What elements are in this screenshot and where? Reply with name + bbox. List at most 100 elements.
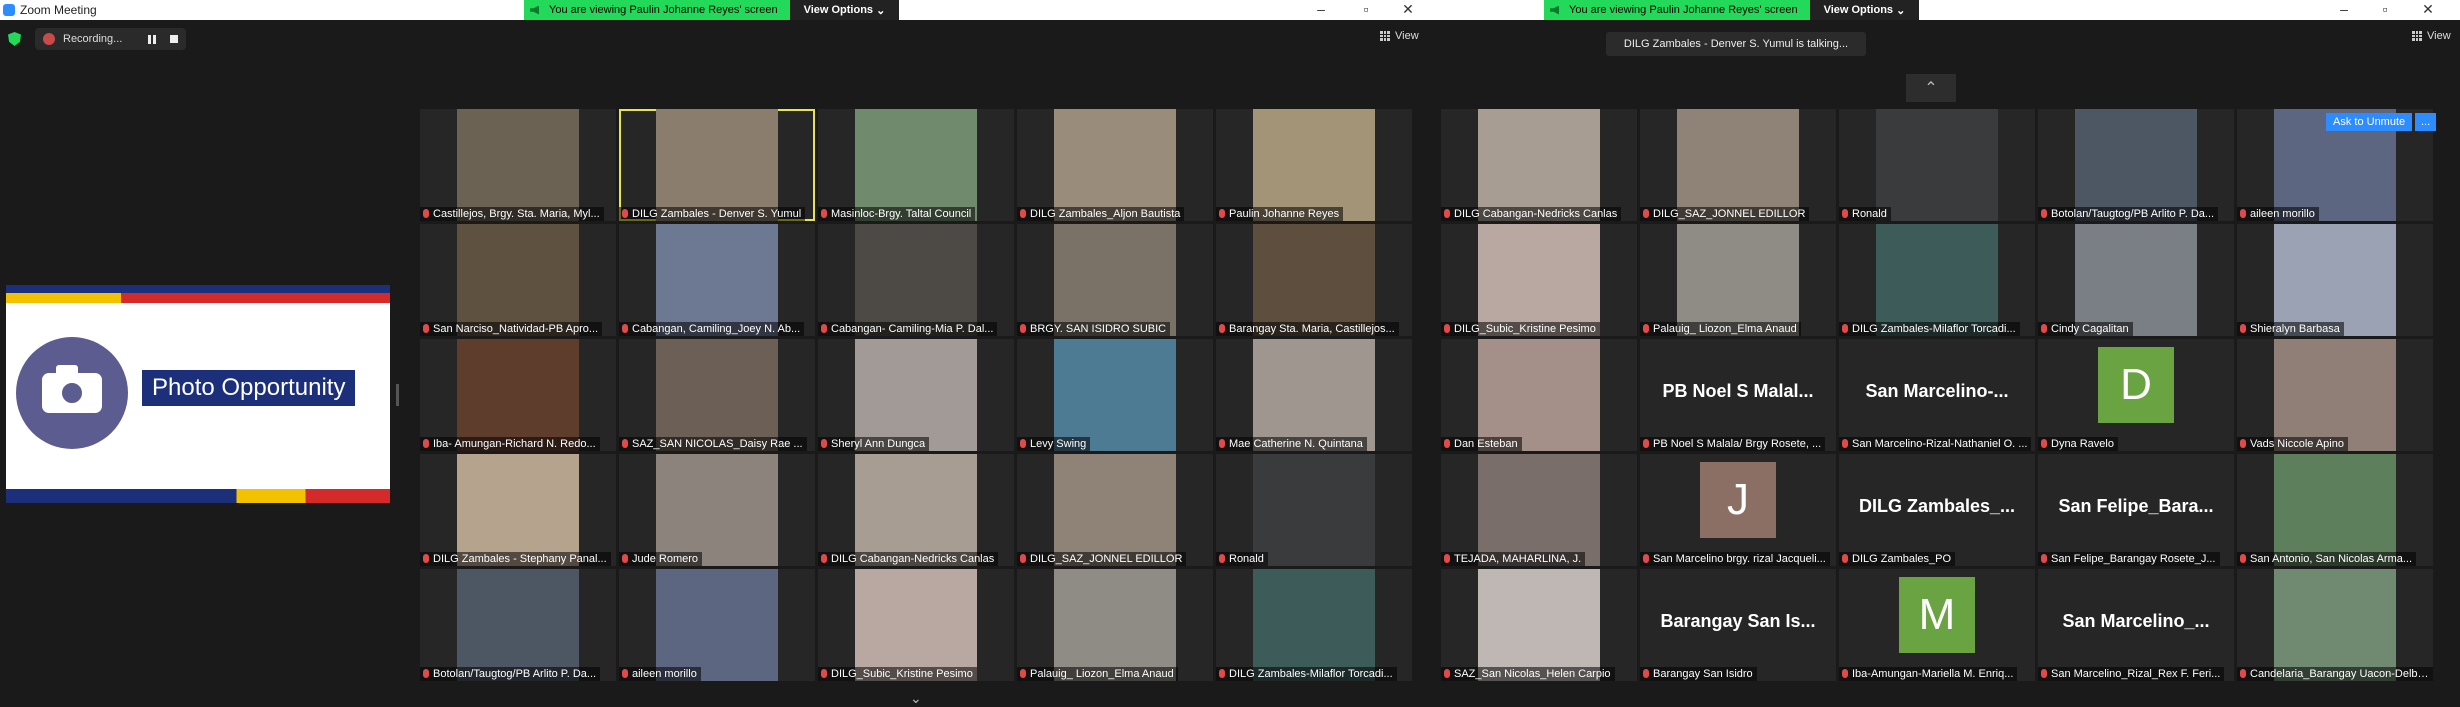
- participant-tile[interactable]: San Antonio, San Nicolas Arma...: [2237, 454, 2433, 566]
- participant-tile[interactable]: Cabangan, Camiling_Joey N. Ab...: [619, 224, 815, 336]
- muted-mic-icon: [1444, 554, 1450, 563]
- participant-tile[interactable]: BRGY. SAN ISIDRO SUBIC: [1017, 224, 1213, 336]
- muted-mic-icon: [622, 209, 628, 218]
- participant-name-label: Masinloc-Brgy. Taltal Council: [831, 208, 972, 220]
- participant-tile[interactable]: Cabangan- Camiling-Mia P. Dal...: [818, 224, 1014, 336]
- participant-tile[interactable]: Dan Esteban: [1441, 339, 1637, 451]
- participant-name: SAZ_SAN NICOLAS_Daisy Rae ...: [619, 437, 807, 451]
- view-options-button[interactable]: View Options ⌄: [789, 0, 900, 20]
- share-message-2: You are viewing Paulin Johanne Reyes' sc…: [1544, 0, 1810, 20]
- security-shield-icon[interactable]: [8, 32, 21, 46]
- close-icon[interactable]: ✕: [1398, 1, 1418, 18]
- participant-tile[interactable]: J San Marcelino brgy. rizal Jacqueli...: [1640, 454, 1836, 566]
- participant-tile[interactable]: San Marcelino_... San Marcelino_Rizal_Rex…: [2038, 569, 2234, 681]
- close-icon-2[interactable]: ✕: [2418, 1, 2438, 18]
- maximize-icon[interactable]: ▫: [1356, 1, 1376, 17]
- participant-tile[interactable]: SAZ_SAN NICOLAS_Daisy Rae ...: [619, 339, 815, 451]
- pause-recording-icon[interactable]: [148, 34, 157, 44]
- participant-tile[interactable]: Botolan/Taugtog/PB Arlito P. Da...: [2038, 109, 2234, 221]
- participant-name-label: Mae Catherine N. Quintana: [1229, 438, 1363, 450]
- participant-name: DILG Cabangan-Nedricks Canlas: [818, 552, 999, 566]
- participant-display-name: DILG Zambales_...: [1858, 496, 2016, 516]
- participant-tile[interactable]: Botolan/Taugtog/PB Arlito P. Da...: [420, 569, 616, 681]
- stop-recording-icon[interactable]: [170, 35, 179, 43]
- participant-tile[interactable]: Masinloc-Brgy. Taltal Council: [818, 109, 1014, 221]
- participant-tile[interactable]: Palauig_ Liozon_Elma Anaud: [1640, 224, 1836, 336]
- participant-tile[interactable]: Barangay Sta. Maria, Castillejos...: [1216, 224, 1412, 336]
- participant-tile[interactable]: DILG Zambales_... DILG Zambales_PO: [1839, 454, 2035, 566]
- view-button[interactable]: View: [1380, 30, 1419, 42]
- participant-video: [855, 224, 977, 336]
- participant-tile[interactable]: Vads Niccole Apino: [2237, 339, 2433, 451]
- minimize-icon[interactable]: –: [1311, 1, 1331, 17]
- participant-tile[interactable]: DILG_Subic_Kristine Pesimo: [818, 569, 1014, 681]
- participant-tile[interactable]: Levy Swing: [1017, 339, 1213, 451]
- participant-name-label: aileen morillo: [2250, 208, 2315, 220]
- muted-mic-icon: [2041, 554, 2047, 563]
- participant-tile[interactable]: TEJADA, MAHARLINA, J.: [1441, 454, 1637, 566]
- participant-tile[interactable]: Iba- Amungan-Richard N. Redo...: [420, 339, 616, 451]
- zoom-logo-icon: [3, 4, 15, 16]
- participant-tile[interactable]: Cindy Cagalitan: [2038, 224, 2234, 336]
- maximize-icon-2[interactable]: ▫: [2375, 1, 2395, 17]
- participant-tile[interactable]: San Narciso_Natividad-PB Apro...: [420, 224, 616, 336]
- participant-tile[interactable]: Candelaria_Barangay Uacon-Delbe...: [2237, 569, 2433, 681]
- participant-name: Cabangan- Camiling-Mia P. Dal...: [818, 322, 998, 336]
- minimize-icon-2[interactable]: –: [2334, 1, 2354, 17]
- participant-tile[interactable]: DILG Cabangan-Nedricks Canlas: [1441, 109, 1637, 221]
- participant-tile[interactable]: San Marcelino-... San Marcelino-Rizal-Nat…: [1839, 339, 2035, 451]
- participant-tile[interactable]: DILG Zambales-Milaflor Torcadi...: [1839, 224, 2035, 336]
- participant-name-label: Levy Swing: [1030, 438, 1087, 450]
- participant-tile[interactable]: Palauig_ Liozon_Elma Anaud: [1017, 569, 1213, 681]
- participant-tile[interactable]: Ronald: [1839, 109, 2035, 221]
- muted-mic-icon: [1444, 669, 1450, 678]
- participant-tile[interactable]: DILG_SAZ_JONNEL EDILLOR: [1017, 454, 1213, 566]
- muted-mic-icon: [821, 439, 827, 448]
- more-options-button[interactable]: ...: [2415, 113, 2437, 131]
- view-button-2[interactable]: View: [2412, 30, 2451, 42]
- participant-name-label: Paulin Johanne Reyes: [1229, 208, 1340, 220]
- participant-tile[interactable]: Sheryl Ann Dungca: [818, 339, 1014, 451]
- participant-tile[interactable]: D Dyna Ravelo: [2038, 339, 2234, 451]
- scroll-down-icon[interactable]: ⌄: [910, 690, 922, 707]
- view-options-button-2[interactable]: View Options ⌄: [1809, 0, 1920, 20]
- participant-tile[interactable]: Jude Romero: [619, 454, 815, 566]
- participant-name: Paulin Johanne Reyes: [1216, 207, 1344, 221]
- participant-video: [457, 224, 579, 336]
- participant-name-label: DILG_Subic_Kristine Pesimo: [831, 668, 973, 680]
- participant-tile[interactable]: Mae Catherine N. Quintana: [1216, 339, 1412, 451]
- participant-tile[interactable]: Ronald: [1216, 454, 1412, 566]
- muted-mic-icon: [821, 554, 827, 563]
- muted-mic-icon: [423, 669, 429, 678]
- participant-video: [1054, 224, 1176, 336]
- participant-tile[interactable]: PB Noel S Malal... PB Noel S Malala/ Brgy…: [1640, 339, 1836, 451]
- participant-video: [457, 454, 579, 566]
- participant-tile[interactable]: Barangay San Is... Barangay San Isidro: [1640, 569, 1836, 681]
- speaker-icon-2: [1550, 5, 1559, 15]
- participant-tile[interactable]: aileen morillo: [619, 569, 815, 681]
- participant-tile[interactable]: SAZ_San Nicolas_Helen Carpio: [1441, 569, 1637, 681]
- participant-tile[interactable]: Shieralyn Barbasa: [2237, 224, 2433, 336]
- participant-tile[interactable]: DILG Zambales-Milaflor Torcadi...: [1216, 569, 1412, 681]
- participant-tile[interactable]: DILG_Subic_Kristine Pesimo: [1441, 224, 1637, 336]
- participant-tile[interactable]: M Iba-Amungan-Mariella M. Enriq...: [1839, 569, 2035, 681]
- split-drag-handle[interactable]: [396, 384, 399, 406]
- participant-tile[interactable]: San Felipe_Bara... San Felipe_Barangay Ro…: [2038, 454, 2234, 566]
- muted-mic-icon: [1020, 209, 1026, 218]
- participant-tile[interactable]: Paulin Johanne Reyes: [1216, 109, 1412, 221]
- scroll-up-icon[interactable]: ⌃: [1906, 74, 1956, 102]
- participant-tile[interactable]: DILG Zambales_Aljon Bautista: [1017, 109, 1213, 221]
- participant-tile[interactable]: DILG_SAZ_JONNEL EDILLOR: [1640, 109, 1836, 221]
- participant-name-label: Cabangan, Camiling_Joey N. Ab...: [632, 323, 801, 335]
- participant-video: [656, 569, 778, 681]
- participant-tile[interactable]: DILG Cabangan-Nedricks Canlas: [818, 454, 1014, 566]
- muted-mic-icon: [1842, 554, 1848, 563]
- meeting-status: Recording...: [8, 28, 187, 50]
- participant-name-label: DILG Cabangan-Nedricks Canlas: [831, 553, 995, 565]
- share-banner-right: You are viewing Paulin Johanne Reyes' sc…: [1544, 0, 1920, 20]
- ask-to-unmute-button[interactable]: Ask to Unmute: [2326, 113, 2413, 131]
- gallery-left: Castillejos, Brgy. Sta. Maria, Myl... DIL…: [420, 109, 1412, 681]
- participant-tile[interactable]: Castillejos, Brgy. Sta. Maria, Myl...: [420, 109, 616, 221]
- participant-tile[interactable]: DILG Zambales - Denver S. Yumul: [619, 109, 815, 221]
- participant-tile[interactable]: DILG Zambales - Stephany Panal...: [420, 454, 616, 566]
